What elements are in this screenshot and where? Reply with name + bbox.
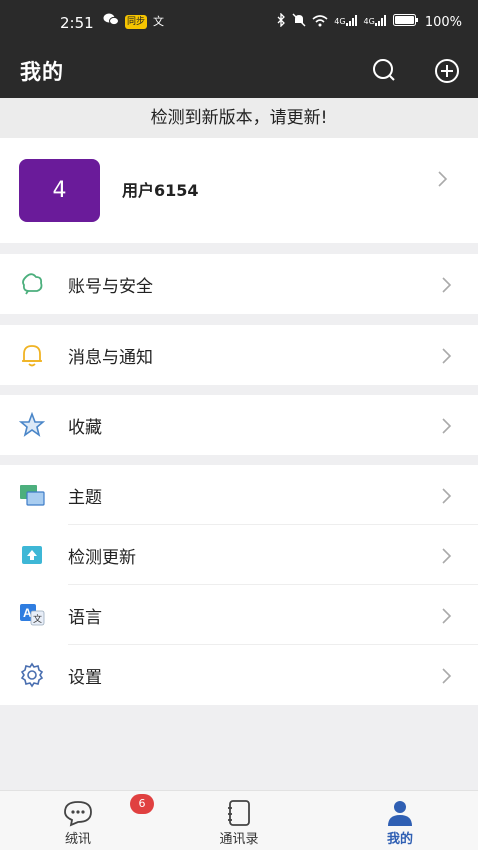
menu-item-theme[interactable]: 主题 [0, 465, 478, 525]
menu-item-label: 消息与通知 [68, 348, 153, 368]
bell-icon [19, 342, 45, 368]
chevron-right-icon [440, 415, 454, 437]
search-button[interactable] [369, 56, 399, 86]
status-bar: 2:51 同步 文 4G 4G 100% [0, 0, 478, 44]
status-time: 2:51 [60, 14, 94, 32]
app-badge-icon: 同步 [125, 14, 148, 29]
app-bar: 我的 [0, 44, 478, 98]
menu-item-settings[interactable]: 设置 [0, 645, 478, 705]
status-right-icons: 4G 4G 100% [276, 12, 462, 31]
wifi-icon [312, 14, 328, 31]
add-button[interactable] [432, 56, 462, 86]
status-left-icons: 同步 文 [103, 13, 164, 30]
wechat-icon [103, 13, 119, 30]
mute-icon [292, 13, 306, 31]
menu-item-language[interactable]: A文 语言 [0, 585, 478, 645]
menu-group-favorites: 收藏 [0, 395, 478, 455]
search-icon [373, 59, 395, 81]
menu-item-label: 账号与安全 [68, 277, 153, 297]
menu-item-account-security[interactable]: 账号与安全 [0, 254, 478, 314]
bottom-tab-bar: 绒讯 通讯录 我的 [0, 790, 478, 850]
chevron-right-icon [440, 545, 454, 567]
theme-icon [19, 482, 45, 508]
chevron-right-icon [440, 345, 454, 367]
chevron-right-icon [440, 485, 454, 507]
tab-chats[interactable]: 绒讯 [18, 791, 138, 850]
menu-item-label: 检测更新 [68, 548, 136, 568]
avatar: 4 [19, 159, 100, 222]
add-circle-icon [435, 59, 459, 83]
tab-me[interactable]: 我的 [340, 791, 460, 850]
language-icon: A文 [19, 602, 45, 628]
chevron-right-icon [440, 665, 454, 687]
tab-label: 通讯录 [219, 832, 259, 847]
menu-item-label: 主题 [68, 488, 102, 508]
menu-item-check-update[interactable]: 检测更新 [0, 525, 478, 585]
star-icon [18, 411, 46, 438]
update-banner[interactable]: 检测到新版本，请更新! [0, 98, 478, 138]
menu-item-label: 收藏 [68, 418, 102, 438]
battery-icon [392, 14, 419, 30]
menu-item-favorites[interactable]: 收藏 [0, 395, 478, 455]
profile-card[interactable]: 4 用户6154 [0, 138, 478, 243]
menu-group-settings: 主题 检测更新 A文 语言 设置 [0, 465, 478, 705]
signal-4g-icon: 4G [364, 14, 387, 30]
translate-icon: 文 [153, 14, 165, 28]
menu-group-messages: 消息与通知 [0, 325, 478, 385]
svg-text:文: 文 [33, 613, 42, 625]
chevron-right-icon [440, 605, 454, 627]
menu-item-label: 语言 [68, 608, 102, 628]
username: 用户6154 [122, 181, 199, 200]
shield-leaf-icon [19, 271, 45, 297]
chat-bubble-icon [62, 799, 94, 827]
gear-icon [19, 662, 45, 688]
contacts-book-icon [223, 799, 255, 827]
chevron-right-icon [440, 274, 454, 296]
bluetooth-icon [276, 12, 286, 31]
unread-badge: 6 [130, 794, 154, 814]
signal-4g-icon: 4G [334, 14, 357, 30]
tab-label: 绒讯 [64, 832, 91, 847]
upload-icon [19, 542, 45, 568]
person-icon [384, 799, 416, 827]
menu-item-label: 设置 [68, 668, 102, 688]
chevron-right-icon [436, 168, 450, 190]
tab-label: 我的 [386, 832, 413, 847]
menu-group-account: 账号与安全 [0, 254, 478, 314]
page-title: 我的 [20, 60, 64, 84]
battery-level: 100% [424, 14, 462, 30]
tab-contacts[interactable]: 通讯录 [179, 791, 299, 850]
menu-item-messages[interactable]: 消息与通知 [0, 325, 478, 385]
